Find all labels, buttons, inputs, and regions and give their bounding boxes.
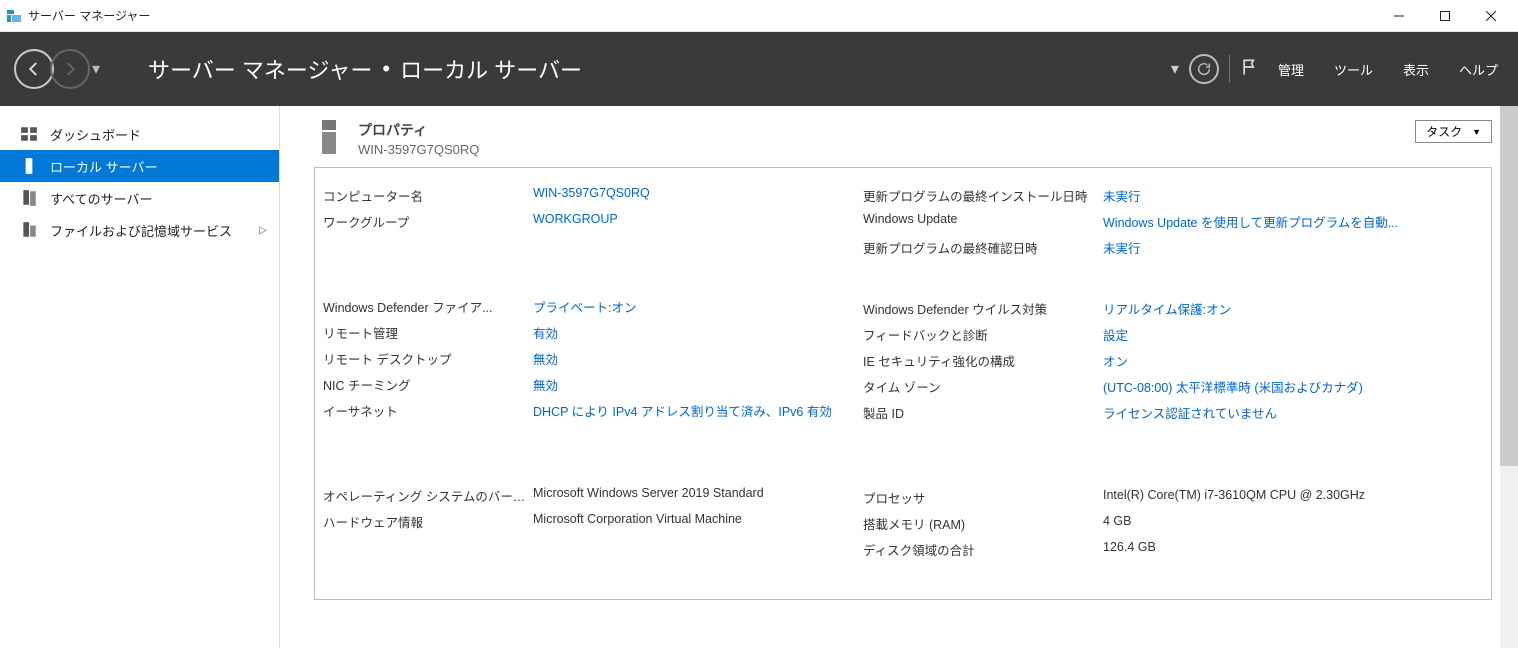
separator — [1229, 55, 1230, 83]
prop-value-product-id[interactable]: ライセンス認証されていません — [1103, 403, 1398, 422]
prop-label: ハードウェア情報 — [323, 512, 533, 531]
prop-label: 更新プログラムの最終インストール日時 — [863, 186, 1103, 205]
vertical-scrollbar[interactable] — [1500, 106, 1518, 648]
properties-panel: コンピューター名 WIN-3597G7QS0RQ ワークグループ WORKGRO… — [314, 167, 1492, 600]
prop-label: Windows Defender ファイア... — [323, 297, 533, 316]
menu-help[interactable]: ヘルプ — [1459, 60, 1498, 79]
prop-value-feedback[interactable]: 設定 — [1103, 325, 1398, 344]
nav-forward-button[interactable] — [50, 49, 90, 89]
sidebar-item-all-servers[interactable]: すべてのサーバー — [0, 182, 279, 214]
sidebar-item-file-storage[interactable]: ファイルおよび記憶域サービス ▷ — [0, 214, 279, 246]
all-servers-icon — [20, 189, 38, 207]
notifications-flag-icon[interactable] — [1240, 57, 1260, 82]
prop-label: ワークグループ — [323, 212, 533, 231]
scrollbar-thumb[interactable] — [1500, 106, 1518, 466]
properties-subtitle: WIN-3597G7QS0RQ — [358, 142, 1401, 157]
breadcrumb: サーバー マネージャー • ローカル サーバー — [148, 53, 582, 85]
prop-label: 更新プログラムの最終確認日時 — [863, 238, 1103, 257]
nav-dropdown-icon[interactable]: ▾ — [92, 59, 100, 79]
prop-value-last-installed[interactable]: 未実行 — [1103, 186, 1398, 205]
prop-value-windows-update[interactable]: Windows Update を使用して更新プログラムを自動... — [1103, 212, 1398, 231]
prop-value-ie-esc[interactable]: オン — [1103, 351, 1398, 370]
local-server-icon — [20, 157, 38, 175]
sidebar-item-label: ダッシュボード — [50, 125, 141, 144]
chevron-down-icon: ▼ — [1472, 127, 1481, 137]
breadcrumb-separator-icon: • — [382, 56, 390, 82]
menu-tools[interactable]: ツール — [1334, 60, 1373, 79]
sidebar-item-label: ローカル サーバー — [50, 157, 157, 176]
prop-label: ディスク領域の合計 — [863, 540, 1103, 559]
sidebar-item-label: すべてのサーバー — [50, 189, 152, 208]
prop-label: Windows Defender ウイルス対策 — [863, 299, 1103, 318]
window-titlebar: サーバー マネージャー — [0, 0, 1518, 32]
prop-label: フィードバックと診断 — [863, 325, 1103, 344]
prop-label: IE セキュリティ強化の構成 — [863, 351, 1103, 370]
prop-label: リモート管理 — [323, 323, 533, 342]
breadcrumb-root[interactable]: サーバー マネージャー — [148, 53, 372, 85]
prop-label: NIC チーミング — [323, 375, 533, 394]
prop-label: オペレーティング システムのバージョン — [323, 486, 533, 505]
sidebar-item-dashboard[interactable]: ダッシュボード — [0, 118, 279, 150]
close-button[interactable] — [1468, 1, 1514, 31]
sidebar: ダッシュボード ローカル サーバー すべてのサーバー ファイルおよび記憶域サービ… — [0, 106, 280, 648]
prop-label: コンピューター名 — [323, 186, 533, 205]
prop-value-disk: 126.4 GB — [1103, 540, 1398, 559]
prop-value-remote-desktop[interactable]: 無効 — [533, 349, 863, 368]
prop-value-ethernet[interactable]: DHCP により IPv4 アドレス割り当て済み、IPv6 有効 — [533, 401, 863, 420]
prop-label: リモート デスクトップ — [323, 349, 533, 368]
prop-label: イーサネット — [323, 401, 533, 420]
header-ribbon: ▾ サーバー マネージャー • ローカル サーバー ▾ 管理 ツール 表示 ヘル… — [0, 32, 1518, 106]
prop-value-timezone[interactable]: (UTC-08:00) 太平洋標準時 (米国およびカナダ) — [1103, 377, 1398, 396]
prop-value-remote-mgmt[interactable]: 有効 — [533, 323, 863, 342]
prop-value-ram: 4 GB — [1103, 514, 1398, 533]
prop-label: 搭載メモリ (RAM) — [863, 514, 1103, 533]
tasks-label: タスク — [1426, 123, 1462, 140]
prop-value-nic-teaming[interactable]: 無効 — [533, 375, 863, 394]
prop-value-computer-name[interactable]: WIN-3597G7QS0RQ — [533, 186, 863, 205]
window-title: サーバー マネージャー — [28, 7, 150, 24]
menu-manage[interactable]: 管理 — [1278, 60, 1304, 79]
file-storage-icon — [20, 221, 38, 239]
maximize-button[interactable] — [1422, 1, 1468, 31]
ribbon-dropdown-icon[interactable]: ▾ — [1171, 59, 1179, 79]
prop-label: 製品 ID — [863, 403, 1103, 422]
sidebar-item-label: ファイルおよび記憶域サービス — [50, 221, 232, 240]
sidebar-item-local-server[interactable]: ローカル サーバー — [0, 150, 279, 182]
chevron-right-icon: ▷ — [259, 225, 267, 236]
refresh-button[interactable] — [1189, 54, 1219, 84]
prop-label: Windows Update — [863, 212, 1103, 231]
content-area: プロパティ WIN-3597G7QS0RQ タスク ▼ コンピューター名 WIN… — [280, 106, 1518, 648]
minimize-button[interactable] — [1376, 1, 1422, 31]
prop-value-defender-av[interactable]: リアルタイム保護:オン — [1103, 299, 1398, 318]
properties-title: プロパティ — [358, 120, 1401, 140]
server-icon — [314, 120, 344, 154]
prop-value-hw-info: Microsoft Corporation Virtual Machine — [533, 512, 863, 531]
tasks-dropdown[interactable]: タスク ▼ — [1415, 120, 1492, 143]
prop-label: タイム ゾーン — [863, 377, 1103, 396]
prop-label: プロセッサ — [863, 488, 1103, 507]
prop-value-processor: Intel(R) Core(TM) i7-3610QM CPU @ 2.30GH… — [1103, 488, 1398, 507]
prop-value-last-checked[interactable]: 未実行 — [1103, 238, 1398, 257]
prop-value-workgroup[interactable]: WORKGROUP — [533, 212, 863, 231]
nav-back-button[interactable] — [14, 49, 54, 89]
breadcrumb-current: ローカル サーバー — [400, 53, 582, 85]
prop-value-defender-fw[interactable]: プライベート:オン — [533, 297, 863, 316]
prop-value-os-version: Microsoft Windows Server 2019 Standard — [533, 486, 863, 505]
app-icon — [6, 8, 22, 24]
dashboard-icon — [20, 125, 38, 143]
menu-view[interactable]: 表示 — [1403, 60, 1429, 79]
